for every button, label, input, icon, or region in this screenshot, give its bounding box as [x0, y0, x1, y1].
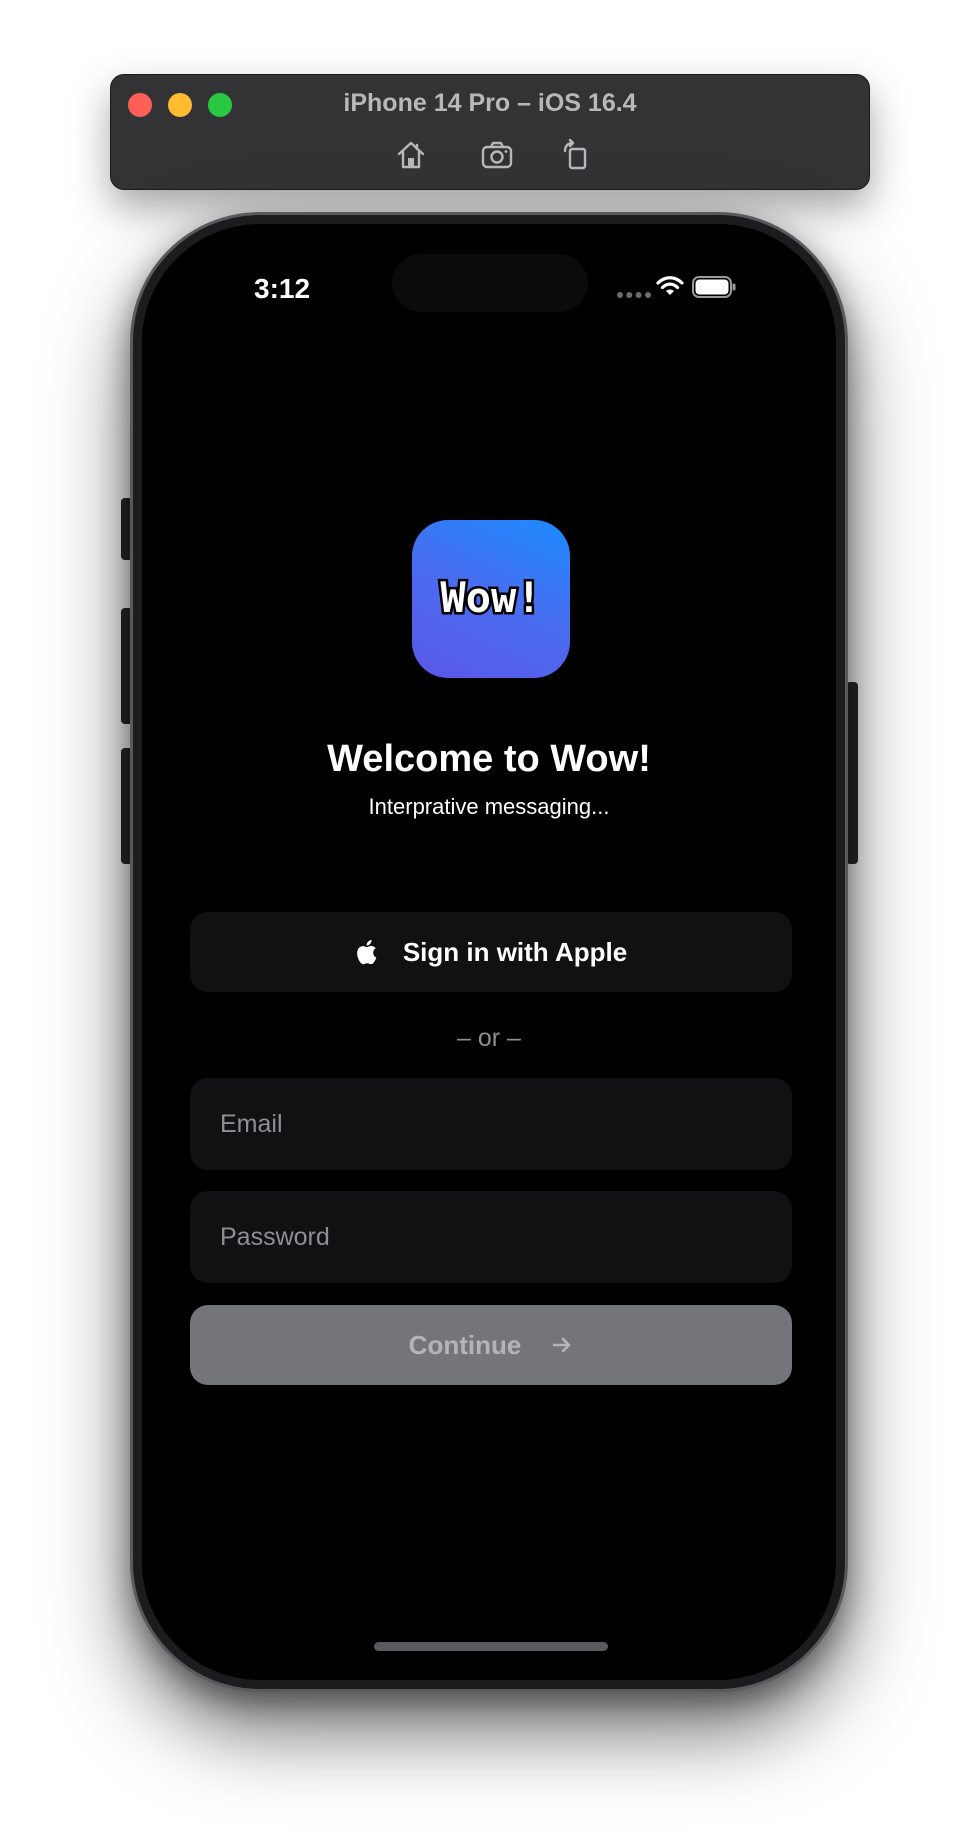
simulator-toolbar: iPhone 14 Pro – iOS 16.4	[110, 74, 870, 190]
welcome-subtitle: Interprative messaging...	[368, 794, 610, 819]
battery-icon	[692, 276, 736, 298]
app-logo: Wow!	[412, 520, 570, 678]
continue-label: Continue	[408, 1329, 522, 1360]
sign-in-with-apple-label: Sign in with Apple	[402, 936, 628, 967]
dynamic-island	[392, 254, 588, 312]
password-field[interactable]	[190, 1191, 792, 1283]
home-indicator[interactable]	[374, 1642, 608, 1651]
home-icon[interactable]	[393, 137, 429, 173]
rotate-icon[interactable]	[557, 137, 593, 173]
welcome-title: Welcome to Wow!	[327, 738, 651, 780]
or-separator: – or –	[457, 1024, 521, 1052]
signal-dots-icon	[616, 286, 652, 298]
phone-screen: 3:12 Wow! Welcome to Wow! Interprative m…	[142, 224, 836, 1680]
apple-logo-icon	[355, 939, 377, 965]
status-time: 3:12	[254, 273, 311, 304]
simulator-stage: iPhone 14 Pro – iOS 16.4 3:12 Wow! Welco…	[0, 0, 978, 1844]
continue-button[interactable]: Continue	[190, 1305, 792, 1385]
sign-in-with-apple-button[interactable]: Sign in with Apple	[190, 912, 792, 992]
screenshot-icon[interactable]	[479, 137, 515, 173]
status-icons	[596, 276, 736, 302]
simulator-title: iPhone 14 Pro – iOS 16.4	[343, 89, 637, 117]
simulator-tools	[111, 137, 869, 173]
wifi-icon	[656, 274, 684, 298]
arrow-right-icon	[551, 1334, 573, 1356]
email-field[interactable]	[190, 1078, 792, 1170]
app-logo-text: Wow!	[440, 573, 541, 622]
